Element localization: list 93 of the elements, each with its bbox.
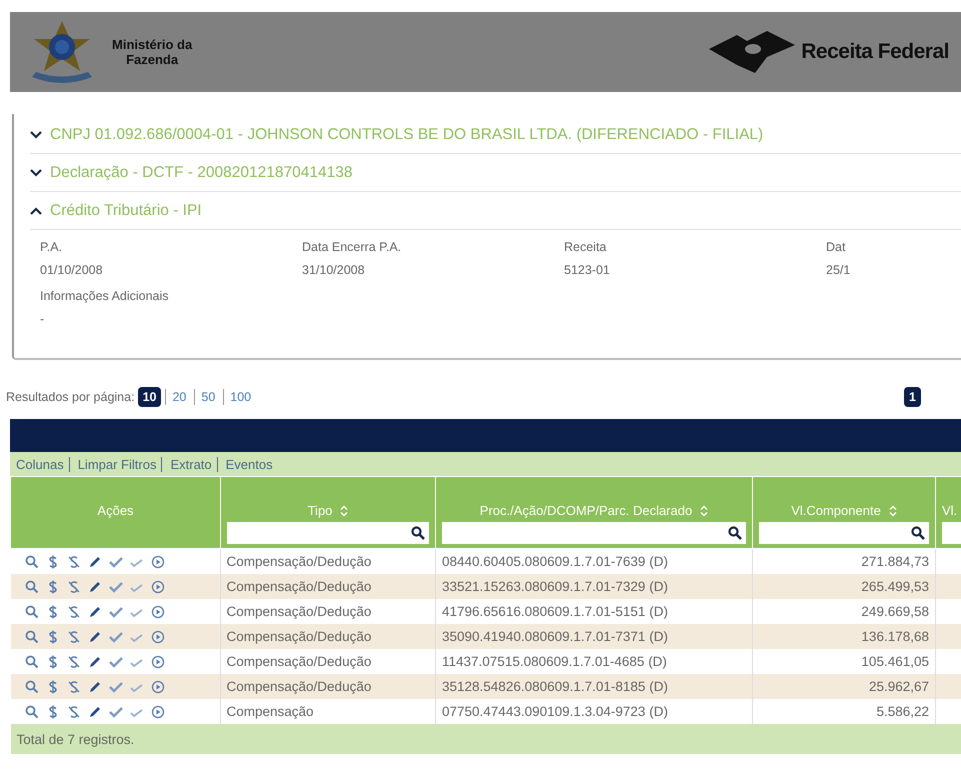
column-header: Tipo	[220, 476, 436, 548]
table-cell: Compensação/Dedução	[220, 548, 436, 574]
table-cell: Compensação/Dedução	[220, 674, 436, 699]
table-cell: 249.669,58	[752, 599, 936, 624]
play-circle-icon[interactable]	[150, 630, 164, 644]
table-cell: 136.178,68	[752, 624, 936, 649]
play-circle-icon[interactable]	[150, 680, 164, 694]
play-circle-icon[interactable]	[150, 704, 164, 718]
search-icon[interactable]	[911, 526, 925, 540]
pencil-icon[interactable]	[88, 630, 102, 644]
crossed-dollar-icon[interactable]	[66, 580, 80, 594]
table-cell: Compensação/Dedução	[220, 649, 436, 674]
accordion-header[interactable]: Declaração - DCTF - 200820121870414138	[30, 154, 961, 192]
pencil-icon[interactable]	[88, 554, 102, 568]
table-cell: 41796.65616.080609.1.7.01-5151 (D)	[436, 599, 752, 624]
pencil-icon[interactable]	[88, 704, 102, 718]
field-label: P.A.	[40, 240, 64, 254]
play-circle-icon[interactable]	[150, 604, 164, 618]
play-circle-icon[interactable]	[150, 554, 164, 568]
sort-icon[interactable]	[700, 504, 708, 516]
table-cell: 105.461,05	[752, 649, 936, 674]
pencil-icon[interactable]	[88, 604, 102, 618]
crossed-dollar-icon[interactable]	[66, 630, 80, 644]
pencil-icon[interactable]	[88, 680, 102, 694]
crossed-dollar-icon[interactable]	[66, 680, 80, 694]
crossed-dollar-icon[interactable]	[66, 554, 80, 568]
page-size-link[interactable]: 20	[165, 389, 190, 405]
filter-field[interactable]	[759, 522, 929, 544]
table-cell: 271.884,73	[752, 548, 936, 574]
ministry-name: Fazenda	[126, 52, 178, 67]
column-header: Ações	[10, 476, 220, 548]
accordion-header[interactable]: Crédito Tributário - IPI	[30, 192, 961, 230]
field-value: -	[40, 312, 46, 326]
brand-name: Receita Federal	[801, 40, 949, 64]
table-cell: Compensação/Dedução	[220, 599, 436, 624]
check-icon[interactable]	[108, 680, 122, 694]
toolbar-link[interactable]: Extrato	[170, 456, 218, 472]
table-cell: 07750.47443.090109.1.3.04-9723 (D)	[436, 699, 752, 724]
table-footer: Total de 7 registros.	[10, 724, 961, 754]
search-icon[interactable]	[411, 526, 425, 540]
table-cell: 35090.41940.080609.1.7.01-7371 (D)	[436, 624, 752, 649]
page-link[interactable]: 1	[904, 387, 921, 407]
play-circle-icon[interactable]	[150, 580, 164, 594]
check-icon[interactable]	[108, 580, 122, 594]
crossed-dollar-icon[interactable]	[66, 604, 80, 618]
page-size-label: Resultados por página:	[6, 390, 135, 404]
filter-field[interactable]	[227, 522, 429, 544]
crossed-dollar-icon[interactable]	[66, 654, 80, 668]
table-cell: Compensação/Dedução	[220, 624, 436, 649]
pencil-icon[interactable]	[88, 654, 102, 668]
filter-field[interactable]	[442, 522, 746, 544]
toolbar-link[interactable]: Limpar Filtros	[78, 456, 162, 472]
field-label: Dat	[826, 240, 846, 254]
table-cell: 08440.60405.080609.1.7.01-7639 (D)	[436, 548, 752, 574]
chevron-icon	[30, 206, 42, 214]
field-value: 31/10/2008	[302, 263, 366, 277]
column-header: Vl.	[936, 476, 961, 548]
page-size-link[interactable]: 10	[138, 387, 162, 407]
check-icon[interactable]	[108, 630, 122, 644]
table-cell: 11437.07515.080609.1.7.01-4685 (D)	[436, 649, 752, 674]
field-label: Data Encerra P.A.	[302, 240, 402, 254]
table-cell: 265.499,53	[752, 574, 936, 599]
check-icon[interactable]	[108, 604, 122, 618]
sort-icon[interactable]	[340, 504, 348, 516]
check-icon[interactable]	[108, 554, 122, 568]
toolbar-link[interactable]: Eventos	[226, 456, 273, 472]
ministry-name: Ministério da	[112, 37, 192, 52]
page-size-link[interactable]: 100	[223, 389, 256, 405]
column-header: Vl.Componente	[752, 476, 936, 548]
table-cell: 25.962,67	[752, 674, 936, 699]
field-label: Receita	[564, 240, 608, 254]
table-cell: Compensação	[220, 699, 436, 724]
page-size-link[interactable]: 50	[194, 389, 220, 405]
pencil-icon[interactable]	[88, 580, 102, 594]
field-label: Informações Adicionais	[40, 289, 170, 303]
crossed-dollar-icon[interactable]	[66, 704, 80, 718]
toolbar-link[interactable]: Colunas	[16, 456, 70, 472]
field-value: 01/10/2008	[40, 263, 104, 277]
column-header: Proc./Ação/DCOMP/Parc. Declarado	[436, 476, 752, 548]
check-icon[interactable]	[108, 654, 122, 668]
chevron-icon	[30, 130, 42, 138]
table-cell: 33521.15263.080609.1.7.01-7329 (D)	[436, 574, 752, 599]
table-cell: Compensação/Dedução	[220, 574, 436, 599]
sort-icon[interactable]	[888, 504, 897, 516]
accordion-header[interactable]: CNPJ 01.092.686/0004-01 - JOHNSON CONTROLS BE DO BRASIL LTDA. (DIFERENCIADO - FILIAL)	[30, 116, 961, 154]
check-icon[interactable]	[108, 704, 122, 718]
play-circle-icon[interactable]	[150, 654, 164, 668]
search-icon[interactable]	[728, 526, 742, 540]
table-cell: 35128.54826.080609.1.7.01-8185 (D)	[436, 674, 752, 699]
field-value: 25/1	[826, 263, 852, 277]
chevron-icon	[30, 168, 42, 176]
table-cell: 5.586,22	[752, 699, 936, 724]
field-value: 5123-01	[564, 263, 611, 277]
